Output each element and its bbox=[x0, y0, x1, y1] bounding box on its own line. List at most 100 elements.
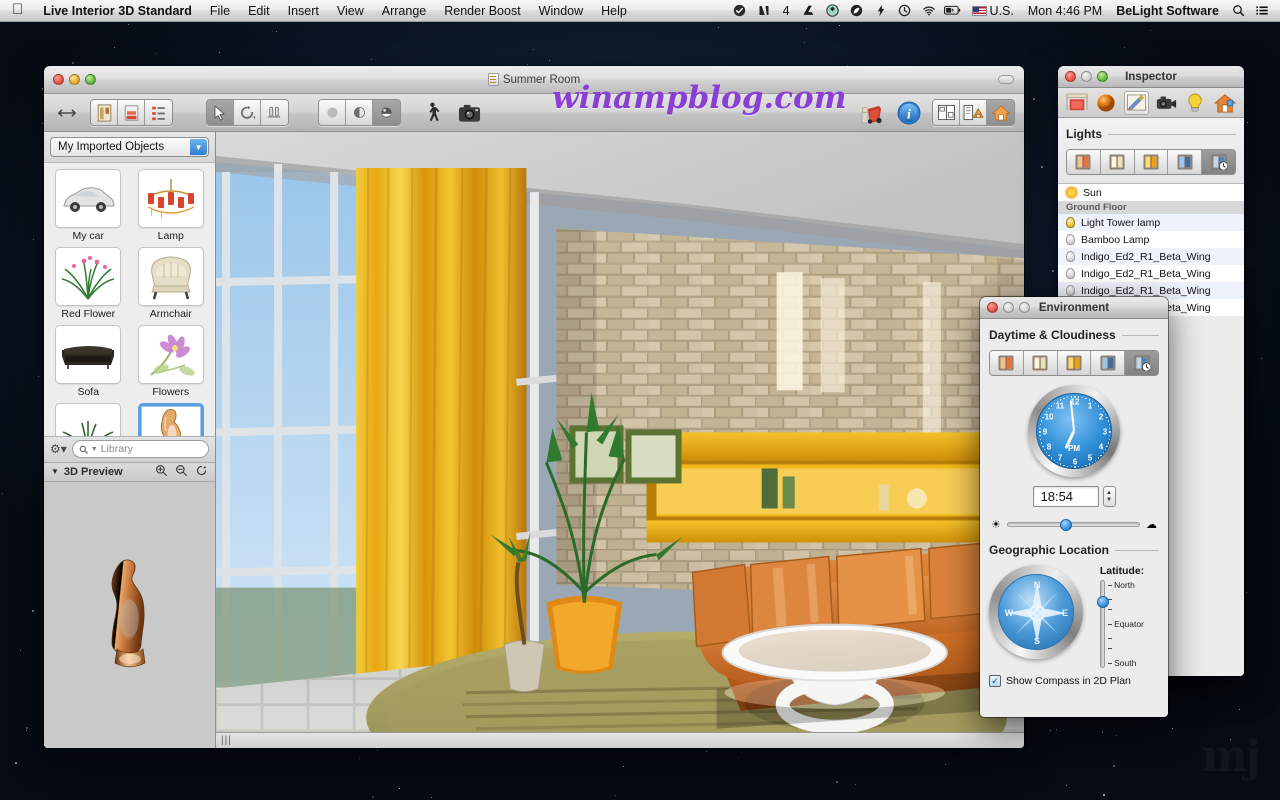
lights-list-item[interactable]: Light Tower lamp bbox=[1058, 214, 1244, 231]
sunset-icon[interactable] bbox=[1057, 351, 1092, 375]
inspector-close-button[interactable] bbox=[1065, 71, 1076, 82]
info-icon[interactable]: i bbox=[895, 99, 923, 127]
dropbox-icon[interactable] bbox=[823, 0, 843, 22]
evernote-icon[interactable] bbox=[847, 0, 867, 22]
bulb-off-icon[interactable] bbox=[1066, 251, 1075, 262]
inspector-zoom-button[interactable] bbox=[1097, 71, 1108, 82]
object-list-icon[interactable] bbox=[145, 100, 172, 125]
resize-grip[interactable]: ||| bbox=[221, 735, 232, 746]
night-icon[interactable] bbox=[1168, 150, 1203, 174]
cloudiness-knob[interactable] bbox=[1059, 519, 1072, 531]
stepper-up-icon[interactable]: ▲ bbox=[1106, 490, 1112, 497]
sphere-flat-icon[interactable] bbox=[319, 100, 346, 125]
library-item-armchair[interactable]: Armchair bbox=[132, 247, 211, 322]
night-icon[interactable] bbox=[1091, 351, 1126, 375]
library-item-statue[interactable]: Statue bbox=[132, 403, 211, 436]
sunrise-icon[interactable] bbox=[990, 351, 1024, 375]
show-compass-checkbox-row[interactable]: ✓ Show Compass in 2D Plan bbox=[989, 675, 1159, 687]
zoom-in-icon[interactable] bbox=[155, 464, 168, 480]
inspector-titlebar[interactable]: Inspector bbox=[1058, 66, 1244, 88]
wifi-icon[interactable] bbox=[919, 0, 939, 22]
show-compass-checkbox[interactable]: ✓ bbox=[989, 675, 1001, 687]
daylight-neutral-icon[interactable] bbox=[1100, 150, 1135, 174]
inspector-minimize-button[interactable] bbox=[1081, 71, 1092, 82]
time-of-day-dial[interactable]: PM 12 1 2 3 4 5 6 7 8 9 10 11 bbox=[1028, 385, 1120, 477]
environment-zoom-button[interactable] bbox=[1019, 302, 1030, 313]
search-input[interactable]: ▼ Library bbox=[71, 440, 209, 458]
lights-list-item[interactable]: Bamboo Lamp bbox=[1058, 231, 1244, 248]
floor-plan-icon[interactable] bbox=[91, 100, 118, 125]
object-inspector-icon[interactable] bbox=[1064, 91, 1089, 115]
adobe-icon[interactable] bbox=[754, 0, 774, 22]
camera-icon[interactable] bbox=[455, 99, 483, 127]
daylight-icon[interactable] bbox=[1023, 351, 1058, 375]
menu-item-render-boost[interactable]: Render Boost bbox=[435, 0, 529, 22]
environment-close-button[interactable] bbox=[987, 302, 998, 313]
menu-item-file[interactable]: File bbox=[201, 0, 239, 22]
daylight-warm-icon[interactable] bbox=[1067, 150, 1101, 174]
apple-menu-icon[interactable]:  bbox=[0, 0, 34, 22]
time-stepper[interactable]: ▲ ▼ bbox=[1102, 486, 1116, 507]
full-3d-icon[interactable] bbox=[987, 100, 1014, 125]
library-item-bush[interactable]: Bush bbox=[49, 403, 128, 436]
library-collection-select[interactable]: My Imported Objects ▼ bbox=[50, 137, 209, 157]
lights-list-item[interactable]: Indigo_Ed2_R1_Beta_Wing bbox=[1058, 248, 1244, 265]
toolbar-toggle-button[interactable] bbox=[998, 75, 1014, 84]
flash-icon[interactable] bbox=[871, 0, 891, 22]
light-inspector-icon[interactable] bbox=[1183, 91, 1208, 115]
menu-user-name[interactable]: BeLight Software bbox=[1109, 0, 1226, 22]
main-window-titlebar[interactable]: Summer Room bbox=[44, 66, 1024, 94]
custom-time-icon[interactable] bbox=[1125, 351, 1158, 375]
menu-item-window[interactable]: Window bbox=[530, 0, 592, 22]
menu-item-help[interactable]: Help bbox=[592, 0, 636, 22]
disclosure-triangle-icon[interactable]: ▼ bbox=[51, 467, 59, 476]
daylight-bright-icon[interactable] bbox=[1134, 150, 1169, 174]
sun-icon[interactable] bbox=[1066, 187, 1077, 198]
notification-center-icon[interactable] bbox=[1252, 0, 1272, 22]
bulb-off-icon[interactable] bbox=[1066, 268, 1075, 279]
environment-minimize-button[interactable] bbox=[1003, 302, 1014, 313]
split-3d-icon[interactable] bbox=[960, 100, 987, 125]
search-icon[interactable] bbox=[1228, 0, 1248, 22]
elevation-icon[interactable] bbox=[118, 100, 145, 125]
latitude-knob[interactable] bbox=[1096, 596, 1109, 609]
split-view-icon[interactable] bbox=[933, 100, 960, 125]
environment-titlebar[interactable]: Environment bbox=[980, 297, 1168, 319]
preview-viewport[interactable] bbox=[44, 481, 215, 748]
stepper-down-icon[interactable]: ▼ bbox=[1106, 497, 1112, 504]
gear-icon[interactable]: ⚙▾ bbox=[50, 442, 67, 456]
menu-locale[interactable]: U.S. bbox=[965, 0, 1021, 22]
building-inspector-icon[interactable] bbox=[1213, 91, 1238, 115]
menu-item-arrange[interactable]: Arrange bbox=[373, 0, 435, 22]
menu-item-edit[interactable]: Edit bbox=[239, 0, 279, 22]
arrow-select-icon[interactable] bbox=[207, 100, 234, 125]
cloudiness-track[interactable] bbox=[1006, 519, 1140, 531]
menu-app-name[interactable]: Live Interior 3D Standard bbox=[34, 0, 201, 22]
material-inspector-icon[interactable] bbox=[1094, 91, 1119, 115]
library-item-my-car[interactable]: My car bbox=[49, 169, 128, 244]
checkmark-badge-icon[interactable] bbox=[730, 0, 750, 22]
bulb-off-icon[interactable] bbox=[1066, 234, 1075, 245]
sphere-shaded-icon[interactable] bbox=[346, 100, 373, 125]
rotate-icon[interactable] bbox=[234, 100, 261, 125]
measure-icon[interactable] bbox=[261, 100, 288, 125]
walkthrough-icon[interactable] bbox=[418, 99, 446, 127]
camera-inspector-icon[interactable] bbox=[1153, 91, 1178, 115]
bulb-on-icon[interactable] bbox=[1066, 217, 1075, 228]
materials-icon[interactable] bbox=[858, 99, 886, 127]
custom-time-icon[interactable] bbox=[1202, 150, 1235, 174]
zoom-out-icon[interactable] bbox=[175, 464, 188, 480]
lights-group-header[interactable]: Ground Floor bbox=[1058, 201, 1244, 214]
latitude-track[interactable] bbox=[1096, 580, 1109, 668]
menu-item-view[interactable]: View bbox=[328, 0, 373, 22]
menu-item-insert[interactable]: Insert bbox=[279, 0, 328, 22]
library-item-sofa[interactable]: Sofa bbox=[49, 325, 128, 400]
preview-header[interactable]: ▼ 3D Preview bbox=[44, 461, 215, 482]
close-button[interactable] bbox=[53, 74, 64, 85]
zoom-button[interactable] bbox=[85, 74, 96, 85]
latitude-slider[interactable]: North Equator South bbox=[1096, 580, 1144, 668]
edit-inspector-icon[interactable] bbox=[1123, 90, 1149, 115]
cloudiness-slider[interactable]: ☀ ☁ bbox=[989, 518, 1159, 531]
lights-list-item[interactable]: Indigo_Ed2_R1_Beta_Wing bbox=[1058, 265, 1244, 282]
reset-rotation-icon[interactable] bbox=[195, 464, 208, 480]
